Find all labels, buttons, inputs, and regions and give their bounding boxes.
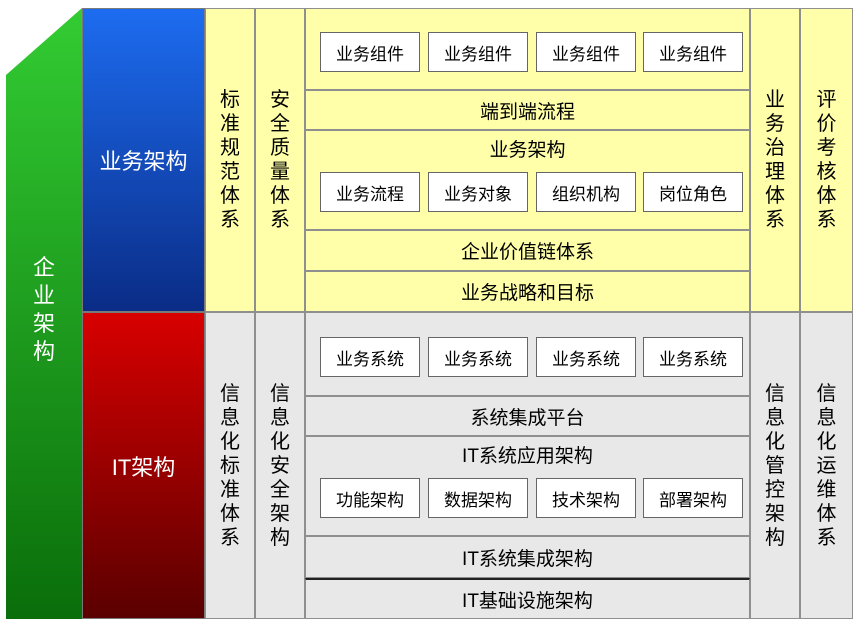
it-security-column: 信息化安全架构	[255, 312, 305, 619]
vertical-char: 系	[816, 526, 837, 549]
it-governance-column: 信息化管控架构	[750, 312, 800, 619]
vertical-char: 标	[220, 89, 240, 111]
vertical-char: 息	[220, 406, 240, 429]
it-system-box: 业务系统	[643, 337, 743, 377]
security-quality-column: 安全质量体系	[255, 8, 305, 312]
it-infrastructure-band: IT基础设施架构	[305, 578, 750, 619]
vertical-char: 体	[220, 185, 240, 207]
vertical-char: 系	[270, 209, 290, 231]
business-component-box: 业务组件	[536, 32, 636, 72]
vertical-char: 价	[816, 113, 837, 135]
vertical-char: 化	[270, 430, 290, 453]
vertical-char: 业	[765, 89, 785, 111]
end-to-end-process-band: 端到端流程	[305, 90, 750, 130]
vertical-char: 系	[220, 209, 240, 231]
vertical-char: 标	[220, 454, 240, 477]
strategy-goals-band: 业务战略和目标	[305, 271, 750, 312]
vertical-char: 体	[816, 502, 837, 525]
vertical-char: 全	[270, 478, 290, 501]
vertical-char: 准	[220, 478, 240, 501]
it-system-box: 业务系统	[428, 337, 528, 377]
vertical-char: 规	[220, 137, 240, 159]
vertical-char: 化	[816, 430, 837, 453]
business-governance-column: 业务治理体系	[750, 8, 800, 312]
it-system-box: 业务系统	[320, 337, 420, 377]
vertical-char: 评	[816, 89, 837, 111]
vertical-char: 信	[816, 382, 837, 405]
value-chain-band: 企业价值链体系	[305, 230, 750, 271]
vertical-char: 维	[816, 478, 837, 501]
vertical-char: 构	[270, 526, 290, 549]
business-architecture-item: 岗位角色	[643, 172, 743, 212]
vertical-char: 运	[816, 454, 837, 477]
vertical-char: 控	[765, 478, 785, 501]
vertical-char: 治	[765, 137, 785, 159]
vertical-char: 管	[765, 454, 785, 477]
it-application-architecture-title: IT系统应用架构	[462, 445, 593, 467]
business-architecture-item: 业务流程	[320, 172, 420, 212]
vertical-char: 息	[270, 406, 290, 429]
vertical-char: 化	[765, 430, 785, 453]
vertical-char: 体	[270, 185, 290, 207]
vertical-char: 信	[765, 382, 785, 405]
it-application-architecture-item: 数据架构	[428, 478, 528, 518]
vertical-char: 架	[32, 311, 55, 336]
vertical-char: 构	[765, 526, 785, 549]
vertical-char: 范	[220, 161, 240, 183]
vertical-char: 量	[270, 161, 290, 183]
vertical-char: 安	[270, 89, 290, 111]
it-application-architecture-item: 功能架构	[320, 478, 420, 518]
vertical-char: 息	[765, 406, 785, 429]
vertical-char: 企	[32, 255, 55, 280]
vertical-char: 安	[270, 454, 290, 477]
it-application-architecture-item: 技术架构	[536, 478, 636, 518]
vertical-char: 化	[220, 430, 240, 453]
business-architecture-text: 业务架构	[99, 149, 188, 174]
business-architecture-label: 业务架构	[82, 8, 205, 312]
it-integration-architecture-band: IT系统集成架构	[305, 536, 750, 578]
it-architecture-text: IT架构	[111, 454, 176, 480]
vertical-char: 务	[765, 113, 785, 135]
business-architecture-item: 组织机构	[536, 172, 636, 212]
vertical-char: 构	[32, 339, 55, 364]
vertical-char: 体	[220, 502, 240, 525]
vertical-char: 理	[765, 161, 785, 183]
business-component-box: 业务组件	[320, 32, 420, 72]
it-system-box: 业务系统	[536, 337, 636, 377]
business-architecture-item: 业务对象	[428, 172, 528, 212]
vertical-char: 核	[816, 161, 837, 183]
it-operations-column: 信息化运维体系	[800, 312, 853, 619]
vertical-char: 质	[270, 137, 290, 159]
vertical-char: 架	[765, 502, 785, 525]
vertical-char: 信	[220, 382, 240, 405]
vertical-char: 考	[816, 137, 837, 159]
enterprise-architecture-label: 企业架构	[6, 230, 82, 390]
standards-system-column: 标准规范体系	[205, 8, 255, 312]
business-architecture-title: 业务架构	[489, 139, 566, 161]
it-application-architecture-item: 部署架构	[643, 478, 743, 518]
it-architecture-label: IT架构	[82, 312, 205, 619]
evaluation-system-column: 评价考核体系	[800, 8, 853, 312]
business-component-box: 业务组件	[643, 32, 743, 72]
vertical-char: 息	[816, 406, 837, 429]
vertical-char: 系	[220, 526, 240, 549]
vertical-char: 全	[270, 113, 290, 135]
vertical-char: 架	[270, 502, 290, 525]
vertical-char: 系	[765, 209, 785, 231]
vertical-char: 系	[816, 209, 837, 231]
vertical-char: 信	[270, 382, 290, 405]
it-standards-column: 信息化标准体系	[205, 312, 255, 619]
vertical-char: 体	[816, 185, 837, 207]
vertical-char: 业	[32, 283, 55, 308]
vertical-char: 体	[765, 185, 785, 207]
business-component-box: 业务组件	[428, 32, 528, 72]
integration-platform-band: 系统集成平台	[305, 396, 750, 436]
vertical-char: 准	[220, 113, 240, 135]
